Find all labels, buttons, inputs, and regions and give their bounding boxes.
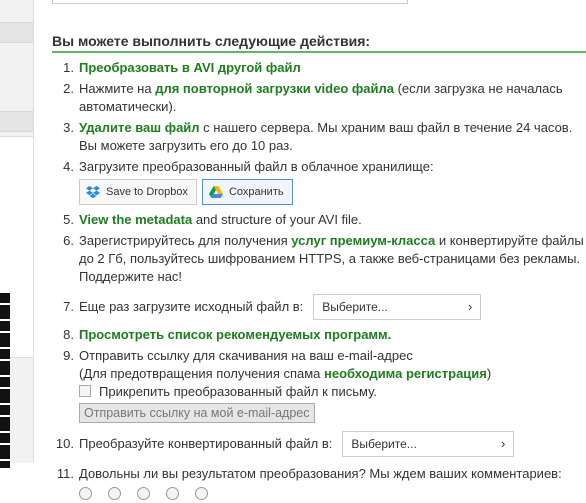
item10-text: Преобразуйте конвертированный файл в:	[79, 436, 333, 451]
reupload-row: Еще раз загрузите исходный файл в: Выбер…	[79, 294, 586, 320]
rating-radio[interactable]	[79, 487, 92, 500]
redownload-link[interactable]: для повторной загрузки video файла	[155, 81, 394, 96]
action-item-6: 6. Зарегистрируйтесь для получения услуг…	[52, 232, 586, 286]
item11-text: Довольны ли вы результатом преобразовани…	[79, 466, 562, 481]
action-item-4: 4. Загрузите преобразованный файл в обла…	[52, 158, 586, 205]
left-sidebar	[0, 0, 33, 468]
reupload-select-value: Выберите...	[322, 300, 388, 314]
save-to-google-drive-button[interactable]: Сохранить	[201, 179, 293, 205]
dropbox-label: Save to Dropbox	[106, 186, 188, 198]
item-number: 1.	[63, 60, 74, 75]
action-item-3: 3. Удалите ваш файл с нашего сервера. Мы…	[52, 119, 586, 155]
item9-note: (Для предотвращения получения спама необ…	[79, 365, 586, 383]
view-metadata-link[interactable]: View the metadata	[79, 212, 192, 227]
gdrive-label: Сохранить	[228, 186, 284, 198]
google-drive-icon	[208, 186, 223, 198]
convert-row: Преобразуйте конвертированный файл в: Вы…	[79, 431, 586, 457]
registration-required-link[interactable]: необходима регистрация	[324, 366, 487, 381]
save-to-dropbox-button[interactable]: Save to Dropbox	[79, 179, 197, 205]
convert-select-value: Выберите...	[351, 437, 417, 451]
chevron-right-icon: ›	[501, 436, 506, 451]
item2-pre: Нажмите на	[79, 81, 156, 96]
item7-text: Еще раз загрузите исходный файл в:	[79, 299, 304, 314]
section-header: Вы можете выполнить следующие действия:	[52, 33, 586, 53]
action-item-9: 9. Отправить ссылку для скачивания на ва…	[52, 347, 586, 423]
convert-format-select[interactable]: Выберите... ›	[342, 431, 515, 457]
rating-radios	[79, 487, 586, 500]
send-email-link-button[interactable]: Отправить ссылку на мой e-mail-адрес	[79, 403, 315, 423]
item-number: 7.	[63, 299, 74, 314]
action-item-11: 11. Довольны ли вы результатом преобразо…	[52, 465, 586, 500]
item9-text: Отправить ссылку для скачивания на ваш e…	[79, 348, 413, 363]
sidebar-band	[0, 22, 33, 43]
cropped-vertical-text	[0, 293, 10, 468]
item-number: 5.	[63, 212, 74, 227]
item-number: 4.	[63, 159, 74, 174]
action-item-1: 1. Преобразовать в AVI другой файл	[52, 59, 586, 77]
rating-radio[interactable]	[137, 487, 150, 500]
attach-file-checkbox[interactable]	[79, 385, 91, 397]
actions-list: 1. Преобразовать в AVI другой файл 2. На…	[52, 59, 586, 500]
actions-panel: Вы можете выполнить следующие действия: …	[52, 33, 586, 503]
item9-note-pre: (Для предотвращения получения спама	[79, 366, 325, 381]
item-number: 9.	[63, 348, 74, 363]
sidebar-panel	[0, 136, 33, 468]
action-item-8: 8. Просмотреть список рекомендуемых прог…	[52, 326, 586, 344]
item-number: 6.	[63, 233, 74, 248]
attach-file-row: Прикрепить преобразованный файл к письму…	[79, 383, 586, 401]
item9-note-post: )	[486, 366, 492, 381]
item5-post: and structure of your AVI file.	[192, 212, 362, 227]
reupload-select[interactable]: Выберите... ›	[313, 294, 482, 320]
sidebar-band	[0, 111, 33, 132]
item6-pre: Зарегистрируйтесь для получения	[79, 233, 292, 248]
chevron-right-icon: ›	[467, 299, 473, 314]
rating-radio[interactable]	[166, 487, 179, 500]
delete-file-link[interactable]: Удалите ваш файл	[79, 120, 200, 135]
convert-another-file-link[interactable]: Преобразовать в AVI другой файл	[79, 60, 301, 75]
item-number: 11.	[56, 466, 74, 481]
item-number: 8.	[63, 327, 74, 342]
action-item-2: 2. Нажмите на для повторной загрузки vid…	[52, 80, 586, 116]
rating-radio[interactable]	[195, 487, 208, 500]
premium-services-link[interactable]: услуг премиум-класса	[291, 233, 435, 248]
top-input-frame	[52, 0, 408, 4]
action-item-7: 7. Еще раз загрузите исходный файл в: Вы…	[52, 294, 586, 320]
item-number: 3.	[63, 120, 74, 135]
item4-text: Загрузите преобразованный файл в облачно…	[79, 159, 434, 174]
dropbox-icon	[86, 185, 100, 198]
rating-radio[interactable]	[108, 487, 121, 500]
action-item-5: 5. View the metadata and structure of yo…	[52, 211, 586, 229]
item-number: 10.	[55, 436, 74, 451]
cloud-buttons: Save to Dropbox Сохранить	[79, 179, 586, 205]
action-item-10: 10. Преобразуйте конвертированный файл в…	[52, 431, 586, 457]
item-number: 2.	[63, 81, 74, 96]
recommended-programs-link[interactable]: Просмотреть список рекомендуемых програм…	[79, 327, 391, 342]
attach-file-label: Прикрепить преобразованный файл к письму…	[99, 384, 377, 399]
sidebar-divider	[33, 0, 34, 463]
